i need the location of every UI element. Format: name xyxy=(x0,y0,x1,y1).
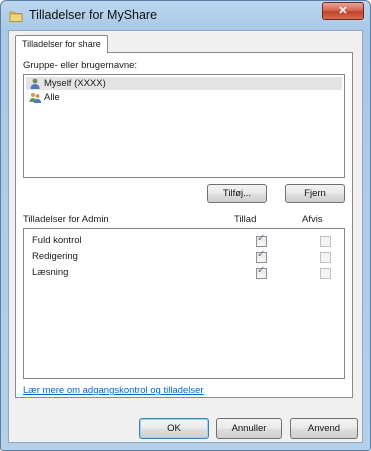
allow-checkbox[interactable]: ✓ xyxy=(256,265,267,279)
ok-button[interactable]: OK xyxy=(139,418,209,439)
tab-share-permissions[interactable]: Tilladelser for share xyxy=(15,35,108,53)
permissions-heading: Tilladelser for Admin xyxy=(23,214,109,225)
permission-label: Fuld kontrol xyxy=(32,235,82,246)
deny-checkbox[interactable] xyxy=(320,236,331,247)
permissions-list: Fuld kontrol ✓ Redigering ✓ Læsning ✓ xyxy=(23,228,345,379)
title-bar[interactable]: Tilladelser for MyShare ✕ xyxy=(1,1,370,31)
allow-checkbox[interactable]: ✓ xyxy=(256,233,267,247)
user-label: Myself (XXXX) xyxy=(44,78,106,89)
allow-checkbox[interactable]: ✓ xyxy=(256,249,267,263)
dialog-window: Tilladelser for MyShare ✕ Tilladelser fo… xyxy=(0,0,371,451)
dialog-client-area: Tilladelser for share Gruppe- eller brug… xyxy=(8,30,363,443)
check-icon: ✓ xyxy=(257,233,266,244)
users-heading: Gruppe- eller brugernavne: xyxy=(23,60,138,71)
permission-row: Redigering ✓ xyxy=(24,250,344,264)
permission-label: Læsning xyxy=(32,267,69,278)
apply-button[interactable]: Anvend xyxy=(290,418,358,439)
deny-checkbox[interactable] xyxy=(320,252,331,263)
check-icon: ✓ xyxy=(257,249,266,260)
deny-column-header: Afvis xyxy=(302,214,323,225)
close-button[interactable]: ✕ xyxy=(322,2,364,20)
user-icon xyxy=(30,78,40,89)
window-title: Tilladelser for MyShare xyxy=(29,8,158,22)
remove-button[interactable]: Fjern xyxy=(285,184,345,203)
allow-column-header: Tillad xyxy=(234,214,257,225)
folder-icon xyxy=(9,11,23,22)
group-icon xyxy=(29,93,41,103)
permission-label: Redigering xyxy=(32,251,78,262)
tab-panel: Gruppe- eller brugernavne: Myself (XXXX) xyxy=(15,52,353,398)
list-item-user-everyone[interactable]: Alle xyxy=(26,91,342,104)
cancel-button[interactable]: Annuller xyxy=(216,418,282,439)
check-icon: ✓ xyxy=(257,265,266,276)
add-button[interactable]: Tilføj... xyxy=(207,184,267,203)
user-label: Alle xyxy=(44,92,60,103)
permission-row: Læsning ✓ xyxy=(24,266,344,280)
permission-row: Fuld kontrol ✓ xyxy=(24,234,344,248)
deny-checkbox[interactable] xyxy=(320,268,331,279)
close-icon: ✕ xyxy=(338,4,348,17)
users-listbox[interactable]: Myself (XXXX) Alle xyxy=(23,74,345,178)
help-link[interactable]: Lær mere om adgangskontrol og tilladelse… xyxy=(23,385,204,396)
list-item-user-myself[interactable]: Myself (XXXX) xyxy=(26,77,342,90)
